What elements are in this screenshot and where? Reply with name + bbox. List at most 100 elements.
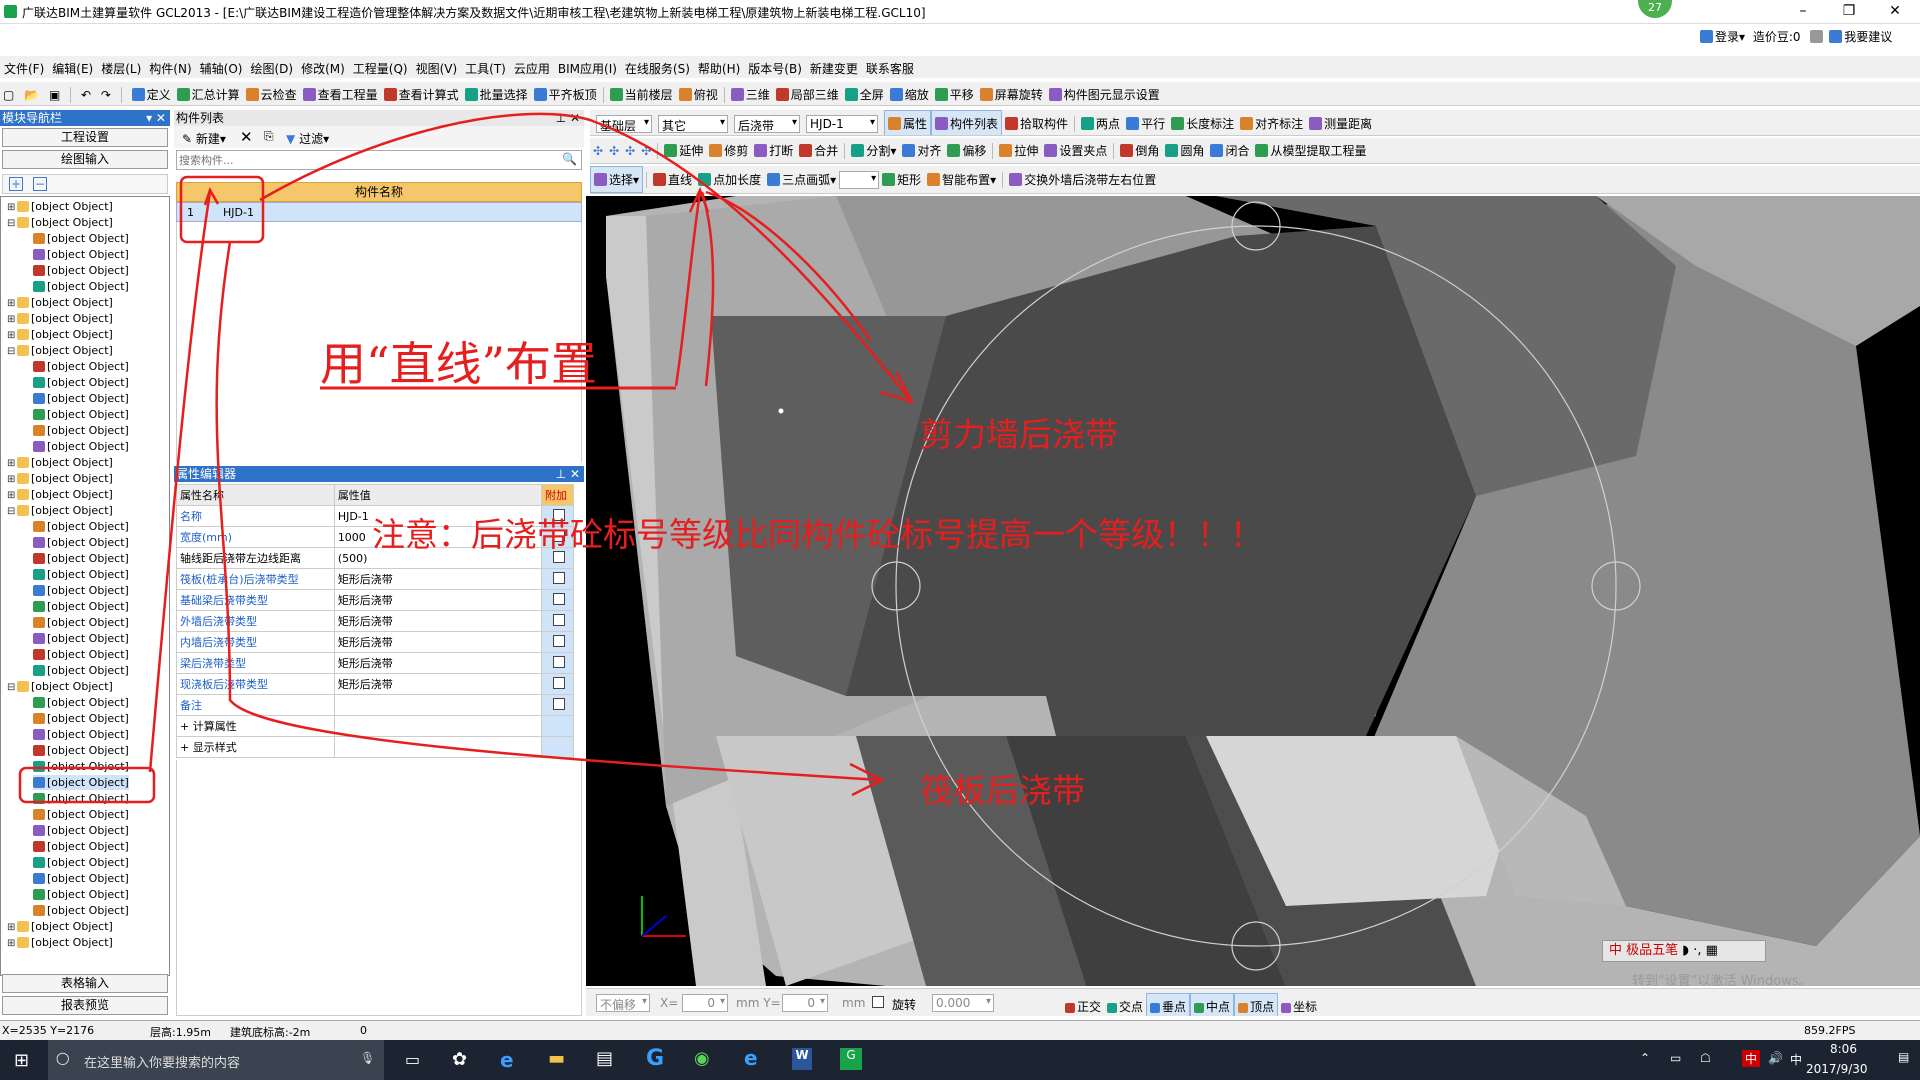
tree-item[interactable]: ⊟ [object Object] <box>7 215 113 230</box>
prop-row[interactable]: 基础梁后浇带类型 矩形后浇带 <box>176 589 574 611</box>
menu-item[interactable]: 文件(F) <box>0 56 48 81</box>
tree-item[interactable]: ⊞ [object Object] <box>7 471 113 486</box>
prop-value[interactable]: 矩形后浇带 <box>333 568 543 590</box>
volume-icon[interactable]: 🔊 <box>1768 1051 1783 1065</box>
suggest-link[interactable]: 我要建议 <box>1844 30 1892 44</box>
floor-select[interactable]: 基础层 <box>596 114 652 133</box>
menu-item[interactable]: 编辑(E) <box>48 56 97 81</box>
edge-icon[interactable]: e <box>500 1048 514 1072</box>
tray-up-icon[interactable]: ⌃ <box>1640 1051 1650 1065</box>
menu-item[interactable]: 修改(M) <box>297 56 349 81</box>
tree-item[interactable]: [object Object] <box>33 823 129 838</box>
menu-item[interactable]: 帮助(H) <box>694 56 744 81</box>
tree-item[interactable]: ⊞ [object Object] <box>7 935 113 950</box>
toolbar2-button[interactable]: 属性 <box>884 110 932 135</box>
snap-button[interactable]: 正交 <box>1062 994 1104 1016</box>
toolbar2-button[interactable]: 对齐标注 <box>1237 111 1306 135</box>
tree-item[interactable]: ⊟ [object Object] <box>7 343 113 358</box>
tree-item[interactable]: ⊟ [object Object] <box>7 503 113 518</box>
menu-item[interactable]: 工程量(Q) <box>349 56 412 81</box>
toolbar-button[interactable]: 构件图元显示设置 <box>1046 82 1163 105</box>
snap-button[interactable]: 中点 <box>1190 993 1235 1016</box>
tree-item[interactable]: ⊞ [object Object] <box>7 311 113 326</box>
tree-item[interactable]: [object Object] <box>33 631 129 646</box>
toolbar-button[interactable]: 三维 <box>728 82 773 105</box>
search-icon[interactable]: 🔍 <box>562 152 577 166</box>
tree-item[interactable]: [object Object] <box>33 615 129 630</box>
toolbar-button[interactable]: 平齐板顶 <box>531 82 600 105</box>
new-component-button[interactable]: ✎ 新建▾ <box>182 130 226 147</box>
type-select[interactable]: 后浇带 <box>734 114 800 133</box>
y-input[interactable]: 0 <box>782 994 828 1012</box>
app-pinwheel-icon[interactable]: ✿ <box>452 1049 467 1070</box>
toolbar3-button[interactable]: 偏移 <box>944 138 989 163</box>
ime-tray[interactable]: 中 <box>1742 1050 1761 1067</box>
tree-item[interactable]: [object Object] <box>33 903 129 918</box>
ie-icon[interactable]: e <box>744 1046 758 1070</box>
snap-button[interactable]: 交点 <box>1104 994 1146 1016</box>
rotate-tool-icon[interactable]: ✣ <box>622 140 638 162</box>
ime-tray-2[interactable]: 中 <box>1790 1051 1802 1068</box>
project-settings-button[interactable]: 工程设置 <box>2 128 168 147</box>
prop-value[interactable] <box>333 694 543 716</box>
complist-col-header[interactable]: 构件名称 <box>176 182 582 202</box>
bell-icon[interactable] <box>1810 30 1824 43</box>
snap-button[interactable]: 顶点 <box>1234 993 1279 1016</box>
prop-value[interactable]: 矩形后浇带 <box>333 631 543 653</box>
toolbar3-button[interactable]: 合并 <box>796 138 841 163</box>
tree-item[interactable]: [object Object] <box>33 663 129 678</box>
tree-item[interactable]: [object Object] <box>33 727 129 742</box>
toolbar3-button[interactable]: 圆角 <box>1162 138 1207 163</box>
tree-item[interactable]: [object Object] <box>33 839 129 854</box>
toolbar4-button[interactable]: 直线 <box>650 167 695 192</box>
expand-all-icon[interactable]: + <box>9 177 23 191</box>
toolbar-button[interactable]: 平移 <box>932 82 977 105</box>
toolbar3-button[interactable]: 打断 <box>751 138 796 163</box>
menu-item[interactable]: 工具(T) <box>461 56 510 81</box>
close-button[interactable]: ✕ <box>1872 0 1918 24</box>
menu-item[interactable]: 楼层(L) <box>97 56 145 81</box>
prop-row[interactable]: 梁后浇带类型 矩形后浇带 <box>176 652 574 674</box>
prop-row[interactable]: + 计算属性 <box>176 715 574 737</box>
collapse-all-icon[interactable]: − <box>33 177 47 191</box>
mirror-icon[interactable]: ✣ <box>606 140 622 162</box>
tree-item[interactable]: ⊟ [object Object] <box>7 679 113 694</box>
toolbar-button[interactable]: 缩放 <box>887 82 932 105</box>
tree-item[interactable]: [object Object] <box>33 887 129 902</box>
offset-select[interactable]: 不偏移 <box>596 994 650 1012</box>
toolbar-button[interactable]: 批量选择 <box>462 82 531 105</box>
toolbar3-button[interactable]: 设置夹点 <box>1041 138 1110 163</box>
tree-item[interactable]: [object Object] <box>33 423 129 438</box>
toolbar4-button[interactable]: 智能布置▾ <box>924 167 999 192</box>
prop-checkbox[interactable] <box>553 634 565 647</box>
tree-item[interactable]: [object Object] <box>33 567 129 582</box>
tree-expander-icon[interactable]: ⊟ <box>7 344 17 359</box>
toolbar2-button[interactable]: 长度标注 <box>1168 111 1237 135</box>
table-input-button[interactable]: 表格输入 <box>2 974 168 993</box>
notification-center-icon[interactable]: ▤ <box>1898 1050 1909 1064</box>
word-icon[interactable]: W <box>792 1048 812 1070</box>
toolbar3-button[interactable]: 从模型提取工程量 <box>1252 138 1369 163</box>
tree-item[interactable]: [object Object] <box>33 375 129 390</box>
tree-item[interactable]: [object Object] <box>33 775 129 790</box>
tree-item[interactable]: ⊞ [object Object] <box>7 487 113 502</box>
tree-item[interactable]: [object Object] <box>33 439 129 454</box>
tree-expander-icon[interactable]: ⊞ <box>7 296 17 311</box>
login-link[interactable]: 登录 <box>1715 30 1739 44</box>
tree-item[interactable]: [object Object] <box>33 695 129 710</box>
tree-item[interactable]: [object Object] <box>33 391 129 406</box>
tree-item[interactable]: ⊞ [object Object] <box>7 199 113 214</box>
prop-value[interactable]: 矩形后浇带 <box>333 652 543 674</box>
cut-icon[interactable]: ✣ <box>638 140 654 162</box>
tree-item[interactable]: [object Object] <box>33 855 129 870</box>
undo-icon[interactable]: ↶ <box>78 84 94 106</box>
clock-time[interactable]: 8:06 <box>1830 1042 1857 1056</box>
report-preview-button[interactable]: 报表预览 <box>2 996 168 1015</box>
toolbar-button[interactable]: 定义 <box>129 82 174 105</box>
tree-item[interactable]: [object Object] <box>33 247 129 262</box>
delete-icon[interactable]: ✕ <box>240 128 253 146</box>
panel-close-icon[interactable]: ▾ ✕ <box>146 110 170 126</box>
prop-row[interactable]: 现浇板后浇带类型 矩形后浇带 <box>176 673 574 695</box>
mic-icon[interactable]: 🎙 <box>360 1051 375 1065</box>
tree-item[interactable]: [object Object] <box>33 647 129 662</box>
